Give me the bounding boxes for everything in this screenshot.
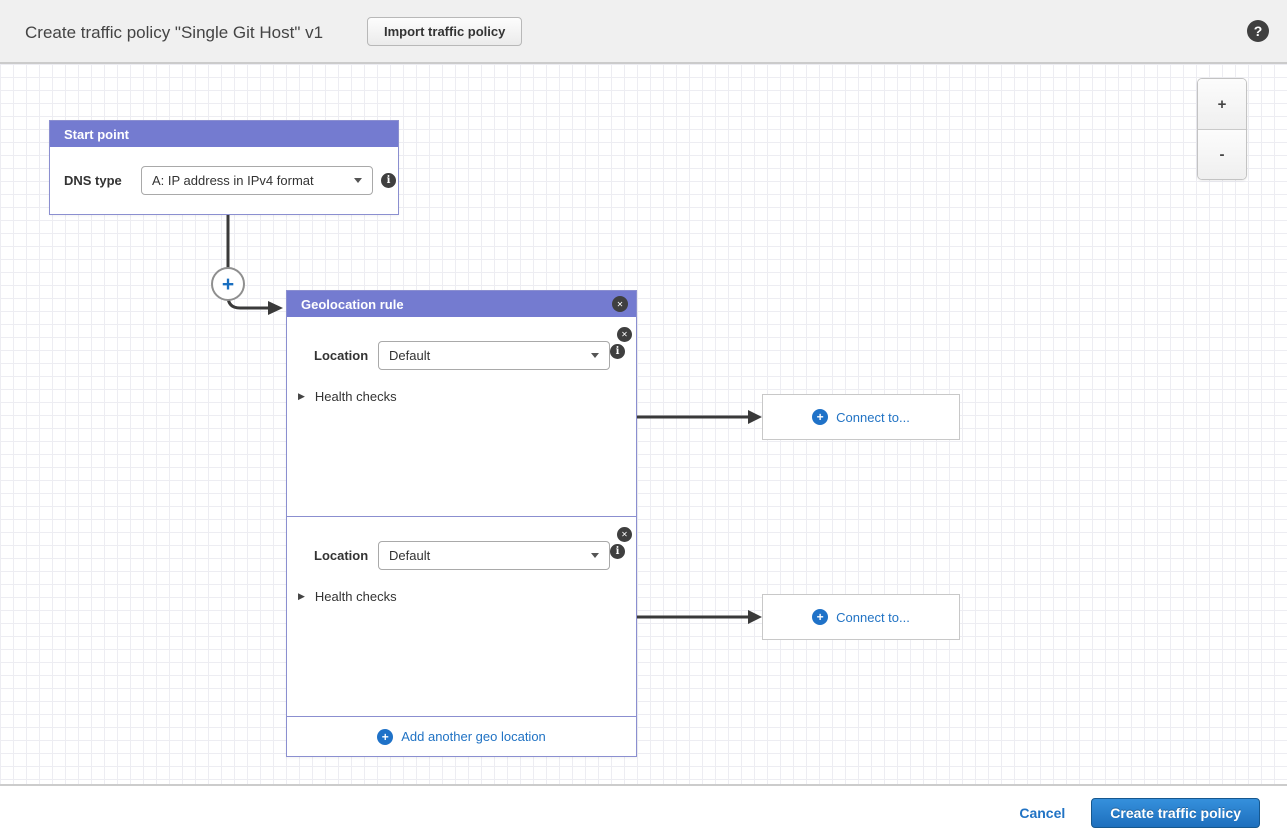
geolocation-rule-header: Geolocation rule ✕ xyxy=(287,291,636,317)
remove-location-icon[interactable]: ✕ xyxy=(617,327,632,342)
dns-type-label: DNS type xyxy=(64,173,141,188)
plus-circle-icon: + xyxy=(812,409,828,425)
chevron-down-icon xyxy=(591,553,599,558)
geolocation-rule-title: Geolocation rule xyxy=(301,297,404,312)
health-checks-toggle[interactable]: ▶ Health checks xyxy=(298,589,397,604)
location-selected-value: Default xyxy=(389,348,430,363)
connect-to-endpoint-button-2[interactable]: + Connect to... xyxy=(762,594,960,640)
geolocation-rule-node: Geolocation rule ✕ ✕ i Location Default … xyxy=(286,290,637,757)
disclosure-triangle-icon: ▶ xyxy=(298,391,305,402)
remove-location-icon[interactable]: ✕ xyxy=(617,527,632,542)
add-another-geo-location-button[interactable]: + Add another geo location xyxy=(287,716,636,756)
location-selected-value: Default xyxy=(389,548,430,563)
connect-to-endpoint-button-1[interactable]: + Connect to... xyxy=(762,394,960,440)
import-traffic-policy-button[interactable]: Import traffic policy xyxy=(367,17,522,46)
create-traffic-policy-button[interactable]: Create traffic policy xyxy=(1091,798,1260,828)
policy-editor-canvas: + - Start point DNS type A: IP address i… xyxy=(0,64,1287,786)
start-point-body: DNS type A: IP address in IPv4 format i xyxy=(50,147,398,214)
location-label: Location xyxy=(314,548,378,563)
help-icon[interactable]: ? xyxy=(1247,20,1269,42)
geo-location-section-1: ✕ i Location Default ▶ Health checks xyxy=(287,317,636,516)
location-info-icon[interactable]: i xyxy=(610,344,625,359)
health-checks-label: Health checks xyxy=(315,589,397,604)
plus-circle-icon: + xyxy=(377,729,393,745)
location-label: Location xyxy=(314,348,378,363)
add-another-geo-location-label: Add another geo location xyxy=(401,729,546,744)
location-select[interactable]: Default xyxy=(378,541,610,570)
dns-type-selected-value: A: IP address in IPv4 format xyxy=(152,173,314,188)
plus-circle-icon: + xyxy=(812,609,828,625)
start-point-title: Start point xyxy=(64,127,129,142)
dns-type-info-icon[interactable]: i xyxy=(381,173,396,188)
add-rule-connector-button[interactable]: + xyxy=(211,267,245,301)
location-select[interactable]: Default xyxy=(378,341,610,370)
chevron-down-icon xyxy=(591,353,599,358)
disclosure-triangle-icon: ▶ xyxy=(298,591,305,602)
location-field-row: Location Default xyxy=(314,341,610,370)
dns-type-select[interactable]: A: IP address in IPv4 format xyxy=(141,166,373,195)
chevron-down-icon xyxy=(354,178,362,183)
zoom-in-button[interactable]: + xyxy=(1198,79,1246,129)
connect-to-label: Connect to... xyxy=(836,610,910,625)
health-checks-toggle[interactable]: ▶ Health checks xyxy=(298,389,397,404)
zoom-out-button[interactable]: - xyxy=(1198,129,1246,179)
remove-rule-icon[interactable]: ✕ xyxy=(612,296,628,312)
top-header-bar: Create traffic policy "Single Git Host" … xyxy=(0,0,1287,64)
page-title: Create traffic policy "Single Git Host" … xyxy=(25,23,323,43)
start-point-header: Start point xyxy=(50,121,398,147)
cancel-button[interactable]: Cancel xyxy=(1019,805,1065,821)
health-checks-label: Health checks xyxy=(315,389,397,404)
connect-to-label: Connect to... xyxy=(836,410,910,425)
geo-location-section-2: ✕ i Location Default ▶ Health checks xyxy=(287,516,636,716)
canvas-zoom-controls: + - xyxy=(1197,78,1247,180)
location-info-icon[interactable]: i xyxy=(610,544,625,559)
bottom-action-bar: Cancel Create traffic policy xyxy=(0,786,1287,840)
location-field-row: Location Default xyxy=(314,541,610,570)
start-point-node: Start point DNS type A: IP address in IP… xyxy=(49,120,399,215)
